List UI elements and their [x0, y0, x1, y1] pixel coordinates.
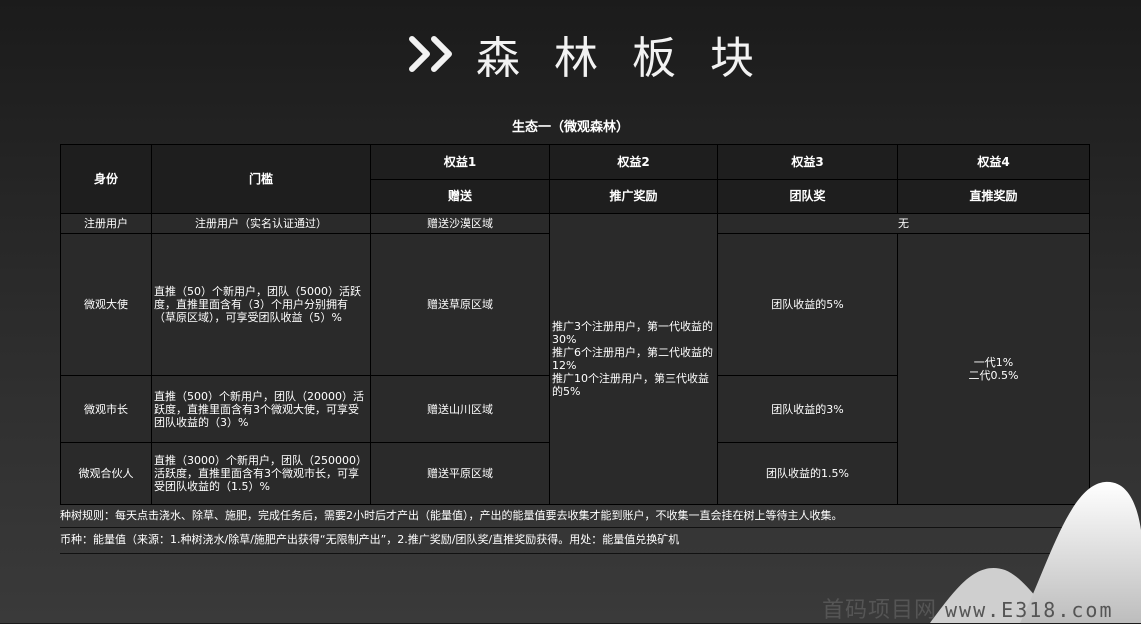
promotion-line: 推广3个注册用户，第一代收益的30%: [552, 320, 713, 346]
header-benefit1: 权益1: [370, 144, 550, 180]
page-title: 森林板块: [476, 33, 788, 84]
watermark-cn: 首码项目网: [822, 598, 938, 623]
direct-reward-line: 一代1%: [973, 356, 1014, 369]
header-benefit1-sub: 赠送: [370, 179, 550, 214]
identity-cell: 微观合伙人: [60, 442, 152, 505]
watermark-en: www.E318.com: [945, 598, 1114, 622]
benefits-table: 身份 门槛 权益1 权益2 权益3 权益4 赠送 推广奖励 团队奖 直推奖励 注…: [60, 144, 1090, 505]
header-benefit3: 权益3: [717, 144, 898, 180]
team-reward-cell: 团队收益的1.5%: [717, 442, 898, 505]
header-benefit4: 权益4: [897, 144, 1090, 180]
gift-cell: 赠送平原区域: [370, 442, 550, 505]
none-cell: 无: [717, 213, 1090, 234]
gift-cell: 赠送草原区域: [370, 233, 550, 376]
threshold-cell: 注册用户（实名认证通过）: [151, 213, 371, 234]
site-watermark: 首码项目网 www.E318.com: [822, 592, 1114, 624]
header-threshold: 门槛: [151, 144, 371, 214]
team-reward-cell: 团队收益的3%: [717, 375, 898, 443]
promotion-reward-cell: 推广3个注册用户，第一代收益的30% 推广6个注册用户，第二代收益的12% 推广…: [549, 213, 718, 505]
page-header: 森林板块: [408, 22, 788, 86]
double-chevron-right-icon: [408, 36, 454, 72]
header-benefit2-sub: 推广奖励: [549, 179, 718, 214]
header-identity: 身份: [60, 144, 152, 214]
identity-cell: 注册用户: [60, 213, 152, 234]
direct-reward-cell: 一代1% 二代0.5%: [897, 233, 1090, 505]
gift-cell: 赠送沙漠区域: [370, 213, 550, 234]
gift-cell: 赠送山川区域: [370, 375, 550, 443]
direct-reward-line: 二代0.5%: [968, 369, 1019, 382]
identity-cell: 微观大使: [60, 233, 152, 376]
header-benefit3-sub: 团队奖: [717, 179, 898, 214]
table-caption: 生态一（微观森林）: [511, 120, 629, 135]
table-header-row: 身份 门槛 权益1 权益2 权益3 权益4: [60, 144, 1090, 214]
team-reward-cell: 团队收益的5%: [717, 233, 898, 376]
threshold-cell: 直推（3000）个新用户，团队（250000）活跃度，直推里面含有3个微观市长，…: [151, 442, 371, 505]
table-row: 注册用户 注册用户（实名认证通过） 赠送沙漠区域 推广3个注册用户，第一代收益的…: [60, 213, 1090, 505]
promotion-line: 推广6个注册用户，第二代收益的12%: [552, 346, 713, 372]
header-benefit2: 权益2: [549, 144, 718, 180]
promotion-line: 推广10个注册用户，第三代收益的5%: [552, 372, 709, 398]
header-benefit4-sub: 直推奖励: [897, 179, 1090, 214]
identity-cell: 微观市长: [60, 375, 152, 443]
threshold-cell: 直推（50）个新用户，团队（5000）活跃度，直推里面含有（3）个用户分别拥有（…: [151, 233, 371, 376]
threshold-cell: 直推（500）个新用户，团队（20000）活跃度，直推里面含有3个微观大使，可享…: [151, 375, 371, 443]
